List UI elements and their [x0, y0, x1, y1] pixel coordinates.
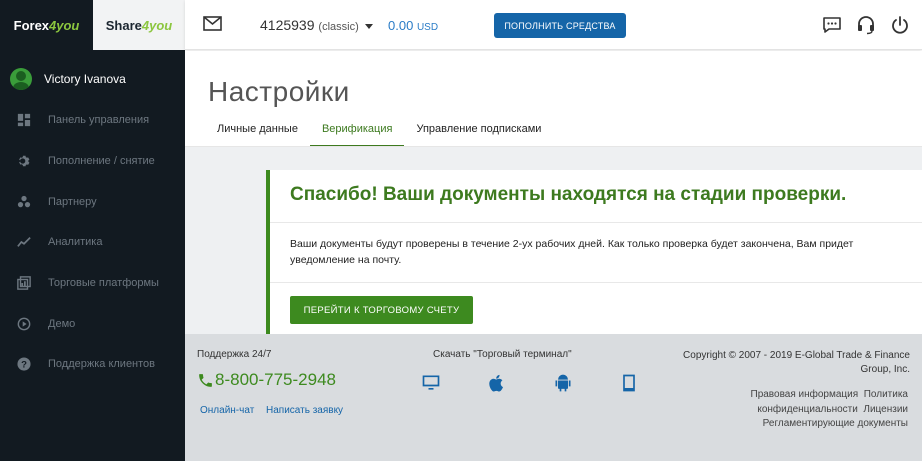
sidebar-item-label: Поддержка клиентов [48, 358, 156, 371]
page-title: Настройки [208, 76, 350, 107]
verification-status-title: Спасибо! Ваши документы находятся на ста… [290, 184, 847, 205]
footer: Поддержка 24/7 8-800-775-2948 Онлайн-чат… [185, 334, 922, 461]
privacy-policy-link[interactable]: Политика [864, 389, 908, 400]
top-icons [822, 15, 910, 35]
divider [270, 282, 922, 283]
platforms-icon [16, 275, 32, 291]
sidebar-item-label: Панель управления [48, 114, 150, 127]
avatar [10, 68, 32, 90]
tab-personal-data[interactable]: Личные данные [205, 115, 310, 147]
forex-logo-text: Forex [13, 17, 50, 33]
share-logo-four: 4you [141, 17, 173, 33]
help-icon: ? [16, 356, 32, 372]
regulatory-docs-link[interactable]: Регламентирующие документы [763, 418, 908, 429]
divider [270, 222, 922, 223]
apple-icon [489, 374, 503, 392]
ios-download[interactable] [464, 372, 530, 394]
write-request-link[interactable]: Написать заявку [266, 405, 343, 416]
desktop-download[interactable] [398, 372, 464, 394]
deposit-button[interactable]: ПОПОЛНИТЬ СРЕДСТВА [494, 13, 626, 38]
sidebar-item-label: Демо [48, 317, 76, 330]
phone-number: 8-800-775-2948 [215, 370, 336, 389]
user-profile[interactable]: Victory Ivanova [0, 60, 185, 98]
sidebar-item-label: Пополнение / снятие [48, 155, 155, 168]
download-terminal-label: Скачать "Торговый терминал" [433, 349, 572, 360]
phone-icon [199, 373, 212, 387]
dashboard-icon [16, 112, 32, 128]
licenses-link[interactable]: Лицензии [863, 404, 908, 415]
balance-value: 0.00 [388, 18, 414, 33]
go-to-trading-account-button[interactable]: ПЕРЕЙТИ К ТОРГОВОМУ СЧЕТУ [290, 296, 473, 324]
sidebar-item-dashboard[interactable]: Панель управления [0, 100, 185, 141]
sidebar-item-label: Партнеру [48, 195, 97, 208]
tab-subscriptions[interactable]: Управление подписками [404, 115, 553, 147]
android-icon [555, 374, 571, 392]
brand-switcher: Forex 4you Share 4you [0, 0, 185, 50]
sidebar-item-label: Торговые платформы [48, 277, 159, 290]
play-icon [16, 316, 32, 332]
account-number: 4125939 [260, 17, 315, 33]
caret-down-icon [364, 23, 373, 29]
sidebar: Forex 4you Share 4you Victory Ivanova Пане… [0, 0, 185, 461]
sidebar-item-label: Аналитика [48, 236, 103, 249]
balance-currency: USD [416, 22, 439, 33]
tablet-icon [623, 374, 635, 392]
svg-text:?: ? [21, 360, 27, 371]
power-icon[interactable] [890, 15, 910, 35]
account-balance: 0.00 USD [388, 18, 438, 33]
chat-icon[interactable] [822, 15, 842, 35]
forex-logo-four: 4you [49, 17, 80, 33]
support-phone[interactable]: 8-800-775-2948 [197, 370, 336, 390]
share4you-logo[interactable]: Share 4you [93, 0, 185, 50]
verification-status-card: Спасибо! Ваши документы находятся на ста… [266, 170, 922, 334]
chart-line-icon [16, 234, 32, 250]
partner-icon [16, 194, 32, 210]
sidebar-item-trading-platforms[interactable]: Торговые платформы [0, 263, 185, 304]
sidebar-nav: Панель управления Пополнение / снятие Па… [0, 100, 185, 385]
share-logo-text: Share [105, 17, 142, 33]
sidebar-item-analytics[interactable]: Аналитика [0, 222, 185, 263]
support-label: Поддержка 24/7 [197, 349, 272, 360]
sidebar-item-deposit-withdraw[interactable]: Пополнение / снятие [0, 141, 185, 182]
headset-icon[interactable] [856, 15, 876, 35]
terminal-platforms [398, 372, 662, 394]
account-type: (classic) [318, 21, 359, 33]
account-selector[interactable]: 4125939 (classic) [260, 17, 373, 33]
online-chat-link[interactable]: Онлайн-чат [200, 405, 254, 416]
copyright-text: Copyright © 2007 - 2019 E-Global Trade &… [683, 350, 910, 375]
main-content: Настройки Личные данные Верификация Упра… [185, 51, 922, 334]
settings-tabs: Личные данные Верификация Управление под… [205, 115, 553, 147]
sidebar-item-support[interactable]: ? Поддержка клиентов [0, 344, 185, 385]
privacy-policy-link-2[interactable]: конфиденциальности [757, 404, 857, 415]
mail-icon[interactable] [203, 16, 222, 31]
monitor-icon [422, 375, 440, 390]
sidebar-item-partner[interactable]: Партнеру [0, 181, 185, 222]
android-download[interactable] [530, 372, 596, 394]
verification-status-text: Ваши документы будут проверены в течение… [290, 238, 854, 266]
legal-links: Правовая информация Политика конфиденциа… [688, 388, 909, 432]
sidebar-item-demo[interactable]: Демо [0, 303, 185, 344]
legal-info-link[interactable]: Правовая информация [751, 389, 859, 400]
tab-verification[interactable]: Верификация [309, 115, 405, 147]
top-bar: 4125939 (classic) 0.00 USD ПОПОЛНИТЬ СРЕ… [185, 0, 922, 50]
user-name: Victory Ivanova [44, 72, 126, 86]
forex4you-logo[interactable]: Forex 4you [0, 0, 93, 50]
gear-icon [16, 153, 32, 169]
